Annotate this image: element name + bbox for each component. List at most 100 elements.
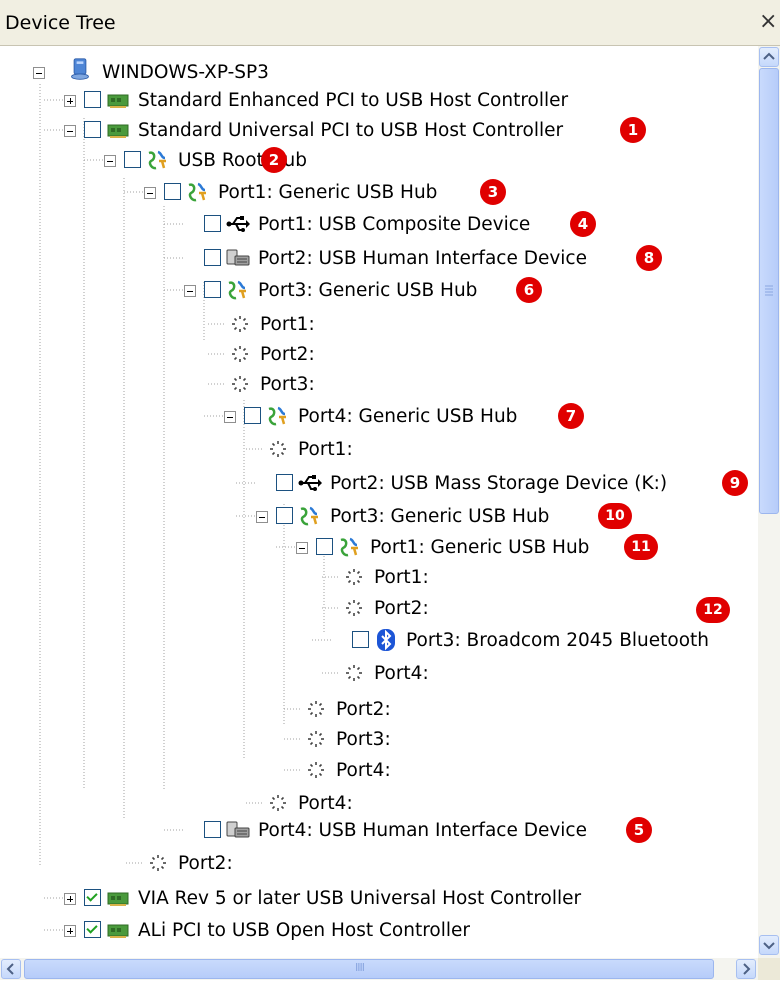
device-tree[interactable]: WINDOWS-XP-SP3 Standard Enhanced PCI to … — [0, 46, 758, 958]
node-label: Port1: — [374, 567, 429, 588]
tree-node[interactable]: Standard Universal PCI to USB Host Contr… — [64, 117, 758, 147]
tree-node[interactable]: Port3: — [304, 726, 758, 756]
usb-hub-icon — [298, 505, 322, 527]
callout-badge: 11 — [624, 534, 658, 560]
callout-badge: 8 — [636, 245, 662, 271]
tree-node[interactable]: Port1: USB Composite Device 4 — [184, 211, 758, 241]
node-checkbox[interactable] — [164, 183, 181, 200]
pci-card-icon — [106, 89, 130, 111]
node-label: Port4: Generic USB Hub — [298, 406, 518, 427]
tree-node[interactable]: Port2: — [228, 341, 758, 371]
expand-toggle[interactable] — [64, 925, 76, 937]
node-checkbox[interactable] — [352, 631, 369, 648]
tree-node[interactable]: Port4: — [342, 660, 758, 690]
tree-node[interactable]: ALi PCI to USB Open Host Controller — [64, 917, 758, 947]
node-label: Port1: — [260, 314, 315, 335]
node-checkbox[interactable] — [204, 249, 221, 266]
node-checkbox[interactable] — [84, 889, 101, 906]
collapse-toggle[interactable] — [296, 542, 308, 554]
node-label: Port3: Generic USB Hub — [258, 280, 478, 301]
tree-node[interactable]: Port2: USB Human Interface Device 8 — [184, 245, 758, 275]
empty-port-icon — [228, 313, 252, 335]
bluetooth-icon — [374, 629, 398, 651]
node-checkbox[interactable] — [244, 407, 261, 424]
horizontal-scroll-thumb[interactable]: IIII — [24, 959, 714, 979]
tree-node[interactable]: Port1: Generic USB Hub 3 — [144, 179, 758, 209]
node-checkbox[interactable] — [124, 151, 141, 168]
usb-hub-icon — [338, 536, 362, 558]
tree-node[interactable]: Port4: — [266, 790, 758, 820]
expand-toggle[interactable] — [64, 95, 76, 107]
collapse-toggle[interactable] — [64, 125, 76, 137]
usb-hub-icon — [266, 405, 290, 427]
node-checkbox[interactable] — [204, 821, 221, 838]
collapse-toggle[interactable] — [104, 155, 116, 167]
tree-root[interactable]: WINDOWS-XP-SP3 — [24, 58, 424, 89]
scroll-left-button[interactable] — [1, 959, 21, 979]
empty-port-icon — [304, 698, 328, 720]
panel-title: Device Tree — [5, 12, 116, 34]
node-checkbox[interactable] — [84, 91, 101, 108]
node-checkbox[interactable] — [204, 215, 221, 232]
device-tree-panel: Device Tree × WINDOWS-XP-SP3 Standard En… — [0, 0, 780, 980]
tree-node[interactable]: Port3: — [228, 371, 758, 401]
tree-node[interactable]: Port4: — [304, 757, 758, 787]
node-label: Port4: — [374, 663, 429, 684]
close-button[interactable]: × — [757, 9, 779, 34]
node-checkbox[interactable] — [84, 121, 101, 138]
tree-node[interactable]: Port4: Generic USB Hub 7 — [224, 403, 758, 433]
horizontal-scrollbar[interactable]: IIII — [0, 958, 758, 980]
tree-node[interactable]: Port1: — [228, 311, 758, 341]
tree-node[interactable]: USB Root Hub 2 — [104, 147, 758, 177]
node-checkbox[interactable] — [316, 538, 333, 555]
callout-badge: 3 — [480, 179, 506, 205]
node-checkbox[interactable] — [84, 921, 101, 938]
collapse-toggle[interactable] — [184, 285, 196, 297]
chevron-left-icon — [6, 963, 14, 975]
empty-port-icon — [146, 852, 170, 874]
tree-node[interactable]: Standard Enhanced PCI to USB Host Contro… — [64, 87, 758, 117]
tree-node[interactable]: Port2: — [146, 850, 758, 880]
scroll-down-button[interactable] — [759, 935, 779, 955]
collapse-toggle[interactable] — [144, 187, 156, 199]
tree-node[interactable]: Port3: Generic USB Hub 10 — [256, 503, 758, 533]
vertical-scroll-thumb[interactable] — [759, 68, 779, 514]
tree-node[interactable]: Port1: — [266, 436, 758, 466]
tree-node[interactable]: Port4: USB Human Interface Device 5 — [184, 817, 758, 847]
usb-hub-icon — [146, 149, 170, 171]
tree-node[interactable]: Port1: Generic USB Hub 11 — [296, 534, 758, 564]
node-label: Port3: Broadcom 2045 Bluetooth — [406, 630, 710, 651]
node-checkbox[interactable] — [204, 281, 221, 298]
node-label: Port2: USB Human Interface Device — [258, 248, 587, 269]
close-icon: × — [759, 9, 778, 34]
vertical-scrollbar[interactable] — [758, 46, 780, 958]
empty-port-icon — [266, 438, 290, 460]
callout-badge: 10 — [598, 503, 632, 529]
tree-node[interactable]: Port3: Broadcom 2045 Bluetooth 12 — [332, 597, 758, 657]
empty-port-icon — [342, 566, 366, 588]
callout-badge: 6 — [516, 277, 542, 303]
node-checkbox[interactable] — [276, 474, 293, 491]
node-label: Port4: — [298, 793, 353, 814]
node-checkbox[interactable] — [276, 507, 293, 524]
expand-toggle[interactable] — [64, 893, 76, 905]
collapse-toggle[interactable] — [256, 511, 268, 523]
node-label: USB Root Hub — [178, 150, 308, 171]
collapse-toggle[interactable] — [33, 67, 45, 79]
node-label: Port2: — [374, 598, 429, 619]
scroll-up-button[interactable] — [759, 47, 779, 67]
collapse-toggle[interactable] — [224, 411, 236, 423]
tree-node[interactable]: VIA Rev 5 or later USB Universal Host Co… — [64, 885, 758, 915]
chevron-down-icon — [763, 942, 775, 950]
node-label: Port4: USB Human Interface Device — [258, 820, 587, 841]
tree-node[interactable]: Port2: USB Mass Storage Device (K:) 9 — [256, 470, 758, 500]
callout-badge: 12 — [696, 597, 730, 623]
scroll-right-button[interactable] — [736, 959, 756, 979]
tree-node[interactable]: Port1: — [342, 564, 758, 594]
computer-icon — [71, 58, 89, 80]
tree-node[interactable]: Port2: — [304, 696, 758, 726]
usb-hub-icon — [226, 279, 250, 301]
node-label: Port1: USB Composite Device — [258, 214, 531, 235]
callout-badge: 9 — [722, 470, 748, 496]
tree-node[interactable]: Port3: Generic USB Hub 6 — [184, 277, 758, 307]
